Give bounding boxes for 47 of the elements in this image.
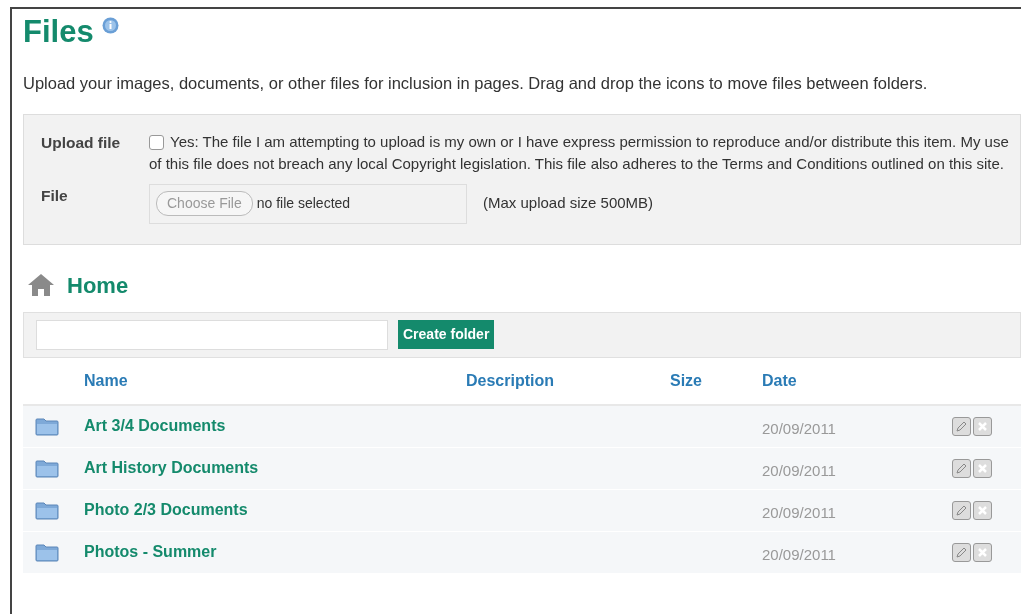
pencil-icon: [955, 545, 968, 559]
pencil-icon: [955, 461, 968, 475]
date-text: 20/09/2011: [762, 545, 837, 566]
home-icon[interactable]: [27, 273, 55, 298]
folder-icon[interactable]: [35, 418, 59, 437]
folder-name-field[interactable]: [36, 319, 388, 350]
column-header[interactable]: Description: [466, 371, 554, 389]
intro-text: Upload your images, documents, or other files for inclusion in pages. Drag and drop the icons to move files between folders.: [23, 73, 929, 95]
page-title: Files: [23, 15, 94, 50]
field-label: File: [41, 185, 69, 206]
edit-button[interactable]: [952, 416, 971, 436]
edit-button[interactable]: [952, 458, 971, 478]
consent-checkbox[interactable]: [149, 134, 164, 150]
pencil-icon: [955, 419, 968, 433]
consent-text: Yes: The file I am attempting to upload is my own or I have express permission to reproduce and/or distribute this item. My use of this file does not breach any local Copyright legislation. This file also adheres to the Terms and Conditions outlined on this site.: [149, 131, 1010, 175]
edit-button[interactable]: [952, 542, 971, 562]
breadcrumb-link[interactable]: Home: [67, 268, 129, 302]
folder-name-link[interactable]: Art History Documents: [84, 459, 259, 477]
field-label: Upload file: [41, 132, 122, 153]
close-icon: [976, 503, 989, 517]
pencil-icon: [955, 503, 968, 517]
file-status: no file selected: [256, 194, 351, 214]
date-text: 20/09/2011: [762, 503, 837, 524]
column-header[interactable]: Date: [762, 371, 797, 389]
folder-name-link[interactable]: Photos - Summer: [84, 543, 217, 561]
folder-name-link[interactable]: Photo 2/3 Documents: [84, 501, 248, 519]
close-icon: [976, 545, 989, 559]
folder-icon[interactable]: [35, 502, 59, 521]
delete-button[interactable]: [973, 458, 992, 478]
folder-name-link[interactable]: Art 3/4 Documents: [84, 417, 226, 435]
create-folder-button[interactable]: Create folder: [398, 320, 495, 350]
delete-button[interactable]: [973, 416, 992, 436]
column-header[interactable]: Name: [84, 371, 128, 389]
date-text: 20/09/2011: [762, 461, 837, 482]
edit-button[interactable]: [952, 500, 971, 520]
info-icon[interactable]: [101, 17, 119, 34]
date-text: 20/09/2011: [762, 419, 837, 440]
folder-icon[interactable]: [35, 460, 59, 479]
max-size-note: (Max upload size 500MB): [483, 192, 654, 213]
column-header[interactable]: Size: [670, 371, 702, 389]
file-input[interactable]: Choose File no file selected: [149, 183, 467, 224]
choose-file-button[interactable]: Choose File: [156, 191, 253, 217]
close-icon: [976, 461, 989, 475]
delete-button[interactable]: [973, 500, 992, 520]
close-icon: [976, 419, 989, 433]
folder-icon[interactable]: [35, 544, 59, 563]
delete-button[interactable]: [973, 542, 992, 562]
